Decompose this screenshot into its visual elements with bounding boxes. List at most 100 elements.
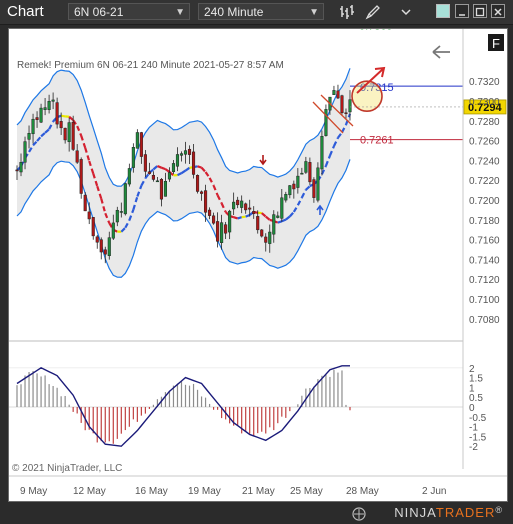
interval-selector[interactable]: 240 Minute ▼: [198, 3, 324, 20]
candle-body: [151, 174, 155, 180]
candle-body: [300, 172, 304, 175]
candle-body: [216, 221, 220, 242]
candle-body: [87, 211, 91, 220]
brand-part1: NINJA: [394, 505, 436, 520]
candle-body: [147, 171, 151, 174]
dropdown-arrow-icon[interactable]: [398, 4, 414, 20]
candle-body: [83, 194, 87, 212]
panel-badge[interactable]: F: [488, 34, 504, 51]
candle-body: [304, 161, 308, 173]
moving-average-segment: [277, 220, 283, 224]
brand-part2: TRADER: [435, 505, 496, 520]
minimize-button[interactable]: [455, 4, 469, 18]
candle-body: [320, 136, 324, 170]
maximize-icon: [475, 7, 485, 17]
moving-average-segment: [237, 216, 243, 220]
candle-body: [296, 175, 300, 188]
candle-body: [23, 141, 27, 163]
candle-body: [91, 217, 95, 237]
candle-body: [119, 211, 123, 213]
candle-body: [312, 179, 316, 198]
candle-body: [155, 180, 159, 183]
candle-body: [19, 162, 23, 173]
price-tick-label: 0.7160: [469, 236, 500, 247]
interval-value: 240 Minute: [204, 5, 264, 19]
candle-body: [191, 151, 196, 175]
price-tick-label: 0.7180: [469, 216, 500, 227]
candle-body: [131, 147, 135, 168]
candle-body: [107, 237, 111, 256]
candle-body: [264, 236, 268, 243]
candle-body: [135, 132, 139, 149]
candle-body: [95, 236, 99, 243]
chart-panel[interactable]: Remek! Premium 6N 06-21 240 Minute 2021-…: [8, 21, 508, 502]
color-swatch-button[interactable]: [436, 4, 450, 18]
candle-body: [248, 207, 252, 210]
candle-body: [175, 154, 180, 167]
price-tick-label: 0.7320: [469, 77, 500, 88]
candle-body: [204, 190, 208, 213]
candle-body: [252, 211, 256, 214]
candle-body: [179, 153, 184, 156]
title-bar: Chart 6N 06-21 ▼ 240 Minute ▼: [0, 0, 513, 25]
candle-body: [15, 169, 19, 172]
price-tick-label: 0.7120: [469, 275, 500, 286]
minimize-icon: [459, 14, 465, 16]
close-button[interactable]: [491, 4, 505, 18]
candle-body: [200, 191, 204, 194]
candle-body: [316, 167, 320, 201]
date-tick-label: 21 May: [242, 486, 275, 497]
copyright-text: © 2021 NinjaTrader, LLC: [12, 463, 122, 474]
maximize-button[interactable]: [473, 4, 487, 18]
candle-body: [43, 107, 47, 110]
moving-average-segment: [233, 216, 238, 220]
candle-body: [183, 150, 188, 155]
candle-body: [115, 209, 119, 223]
candle-body: [79, 159, 83, 194]
drawing-tool-icon[interactable]: [365, 4, 381, 20]
price-tick-label: 0.7240: [469, 156, 500, 167]
price-tick-label: 0.7280: [469, 117, 500, 128]
price-tick-label: 0.7300: [469, 97, 500, 108]
candle-body: [288, 185, 292, 196]
candle-body: [123, 183, 127, 215]
chart-canvas[interactable]: Remek! Premium 6N 06-21 240 Minute 2021-…: [9, 21, 507, 501]
close-icon: [494, 8, 502, 16]
candle-body: [336, 90, 340, 99]
candle-body: [340, 95, 344, 113]
date-tick-label: 12 May: [73, 486, 106, 497]
candle-body: [139, 132, 143, 157]
price-tick-label: 0.7200: [469, 196, 500, 207]
app-title: Chart: [7, 3, 44, 20]
panel-badge-label: F: [492, 36, 500, 51]
candle-body: [67, 122, 71, 143]
candle-body: [344, 112, 348, 114]
candle-body: [187, 148, 192, 155]
candle-body: [348, 99, 352, 113]
candle-body: [163, 180, 167, 197]
candle-body: [75, 150, 79, 163]
candle-body: [27, 133, 31, 140]
candle-body: [159, 178, 163, 200]
price-tick-label: 0.7080: [469, 315, 500, 326]
candle-body: [111, 222, 115, 239]
candle-body: [63, 127, 67, 141]
candle-body: [51, 99, 55, 102]
moving-average-segment: [60, 114, 66, 118]
candle-body: [240, 200, 244, 208]
chevron-down-icon: ▼: [175, 7, 185, 18]
moving-average-segment: [161, 166, 166, 171]
candle-body: [208, 209, 212, 216]
candle-body: [35, 117, 39, 120]
chevron-down-icon: ▼: [309, 7, 319, 18]
candle-body: [308, 162, 312, 183]
date-tick-label: 28 May: [346, 486, 379, 497]
candle-body: [244, 203, 248, 211]
stop-level-label: 0.7261: [360, 135, 394, 147]
instrument-selector[interactable]: 6N 06-21 ▼: [68, 3, 190, 20]
bar-type-icon[interactable]: [339, 4, 355, 20]
candle-body: [292, 183, 296, 190]
candle-body: [280, 197, 284, 219]
candle-body: [103, 249, 107, 255]
moving-average-segment: [241, 215, 246, 219]
